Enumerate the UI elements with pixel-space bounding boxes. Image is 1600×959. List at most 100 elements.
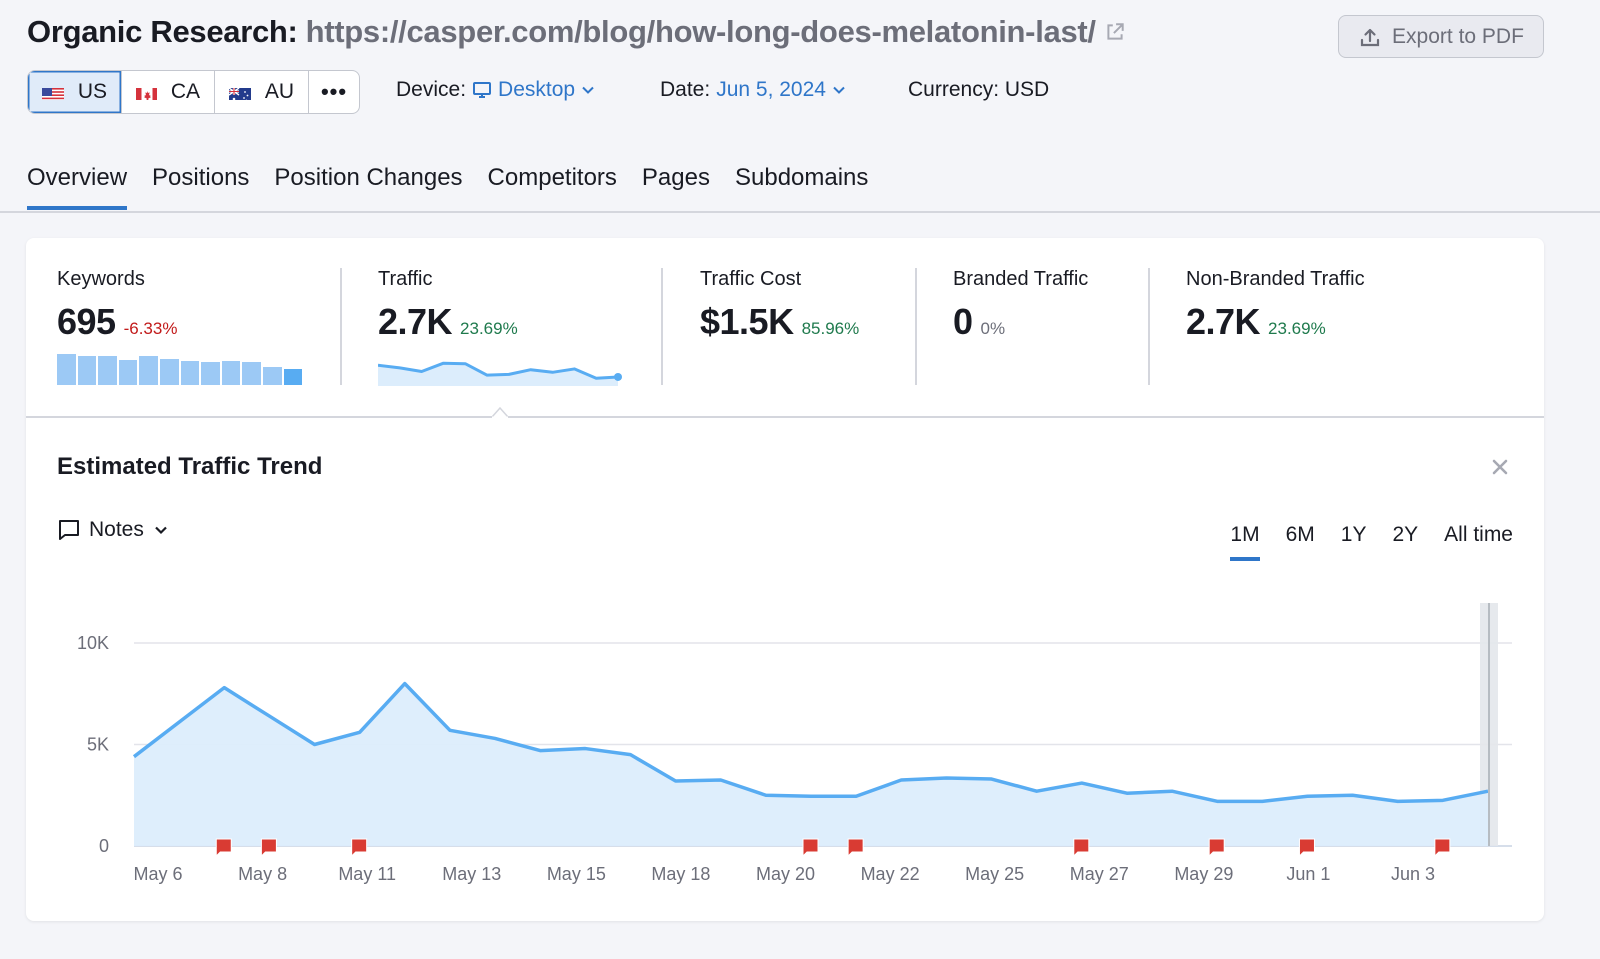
time-range-selector: 1M 6M 1Y 2Y All time [1230, 523, 1513, 561]
data-point[interactable] [1348, 790, 1358, 800]
metric-label: Branded Traffic [953, 268, 1089, 290]
database-code: CA [170, 80, 200, 103]
metric-delta: 0% [980, 319, 1006, 338]
database-au-button[interactable]: AU [215, 71, 309, 113]
data-point[interactable] [129, 752, 139, 762]
x-tick-label: May 27 [1070, 864, 1129, 884]
sparkline-bar [283, 368, 303, 385]
sparkline-bar [139, 355, 158, 385]
data-point[interactable] [625, 750, 635, 760]
data-point[interactable] [806, 791, 816, 801]
sparkline-bar [159, 358, 179, 385]
x-tick-label: May 18 [651, 864, 710, 884]
external-link-icon[interactable] [1104, 21, 1126, 43]
sparkline-bar [201, 361, 220, 385]
tab-competitors[interactable]: Competitors [488, 164, 617, 206]
export-to-pdf-button[interactable]: Export to PDF [1338, 15, 1544, 58]
page-header: Organic Research: https://casper.com/blo… [27, 14, 1126, 50]
data-point[interactable] [445, 725, 455, 735]
data-point[interactable] [1257, 796, 1267, 806]
metric-divider [340, 268, 342, 385]
data-point[interactable] [1302, 791, 1312, 801]
data-point[interactable] [535, 746, 545, 756]
device-label: Device: [396, 78, 467, 101]
data-point[interactable] [264, 711, 274, 721]
database-us-button[interactable]: US [28, 71, 122, 113]
metric-traffic-cost[interactable]: Traffic Cost $1.5K 85.96% [700, 268, 859, 343]
date-value: Jun 5, 2024 [716, 78, 826, 101]
data-point[interactable] [174, 717, 184, 727]
data-point[interactable] [987, 774, 997, 784]
export-label: Export to PDF [1392, 24, 1524, 48]
close-trend-button[interactable] [1489, 456, 1511, 478]
data-point[interactable] [400, 679, 410, 689]
data-point[interactable] [1077, 778, 1087, 788]
date-label: Date: [660, 78, 711, 101]
chevron-down-icon [582, 86, 594, 94]
range-1y[interactable]: 1Y [1341, 523, 1367, 561]
sparkline-bar [77, 356, 97, 385]
desktop-icon [473, 82, 492, 98]
sparkline-bar [221, 361, 241, 385]
metric-value: 2.7K [1186, 301, 1261, 342]
range-1m[interactable]: 1M [1230, 523, 1260, 561]
data-point[interactable] [761, 790, 771, 800]
data-point[interactable] [1438, 795, 1448, 805]
metric-keywords[interactable]: Keywords 695 -6.33% [57, 268, 177, 343]
report-tabs: Overview Positions Position Changes Comp… [27, 164, 893, 210]
data-point[interactable] [1032, 786, 1042, 796]
data-point[interactable] [716, 775, 726, 785]
selected-metric-pointer [492, 406, 508, 418]
metric-value: 695 [57, 301, 116, 342]
data-point[interactable] [941, 773, 951, 783]
range-all-time[interactable]: All time [1444, 523, 1513, 561]
sparkline-bar [242, 362, 261, 385]
section-divider [26, 416, 1544, 418]
data-point[interactable] [1167, 786, 1177, 796]
data-point[interactable] [1122, 788, 1132, 798]
upload-icon [1360, 28, 1380, 46]
metric-label: Traffic [378, 268, 433, 290]
data-point[interactable] [310, 740, 320, 750]
us-flag-icon [42, 85, 64, 100]
data-point[interactable] [580, 744, 590, 754]
metric-non-branded-traffic[interactable]: Non-Branded Traffic 2.7K 23.69% [1186, 268, 1365, 343]
device-dropdown[interactable]: Desktop [472, 78, 595, 102]
sparkline-bar [57, 354, 76, 385]
metric-value: 0 [953, 301, 973, 342]
date-dropdown[interactable]: Jun 5, 2024 [716, 78, 846, 102]
sparkline-bar [98, 355, 117, 385]
ca-flag-icon [136, 85, 157, 100]
data-point[interactable] [671, 776, 681, 786]
range-2y[interactable]: 2Y [1392, 523, 1418, 561]
page-url[interactable]: https://casper.com/blog/how-long-does-me… [306, 14, 1096, 50]
range-6m[interactable]: 6M [1286, 523, 1315, 561]
y-tick-label: 5K [87, 735, 109, 755]
metric-branded-traffic[interactable]: Branded Traffic 0 0% [953, 268, 1088, 343]
data-point[interactable] [1393, 796, 1403, 806]
x-tick-label: May 11 [338, 864, 396, 884]
metric-delta: 23.69% [460, 319, 518, 338]
sparkline-bar [180, 361, 200, 385]
y-tick-label: 0 [99, 836, 109, 856]
device-filter: Device: Desktop [396, 78, 595, 102]
data-point[interactable] [355, 727, 365, 737]
metric-divider [661, 268, 663, 385]
data-point[interactable] [219, 683, 229, 693]
sparkline-bar [118, 359, 138, 385]
tab-subdomains[interactable]: Subdomains [735, 164, 868, 206]
data-point[interactable] [896, 775, 906, 785]
data-point[interactable] [490, 733, 500, 743]
tab-overview[interactable]: Overview [27, 164, 128, 210]
data-point[interactable] [851, 791, 861, 801]
metric-traffic[interactable]: Traffic 2.7K 23.69% [378, 268, 518, 343]
more-databases-button[interactable]: ••• [309, 71, 359, 113]
metric-divider [915, 268, 917, 385]
notes-dropdown[interactable]: Notes [57, 518, 168, 542]
database-ca-button[interactable]: CA [122, 71, 215, 113]
tab-position-changes[interactable]: Position Changes [274, 164, 462, 206]
x-tick-label: Jun 1 [1286, 864, 1330, 884]
tab-positions[interactable]: Positions [152, 164, 249, 206]
data-point[interactable] [1212, 796, 1222, 806]
tab-pages[interactable]: Pages [642, 164, 710, 206]
